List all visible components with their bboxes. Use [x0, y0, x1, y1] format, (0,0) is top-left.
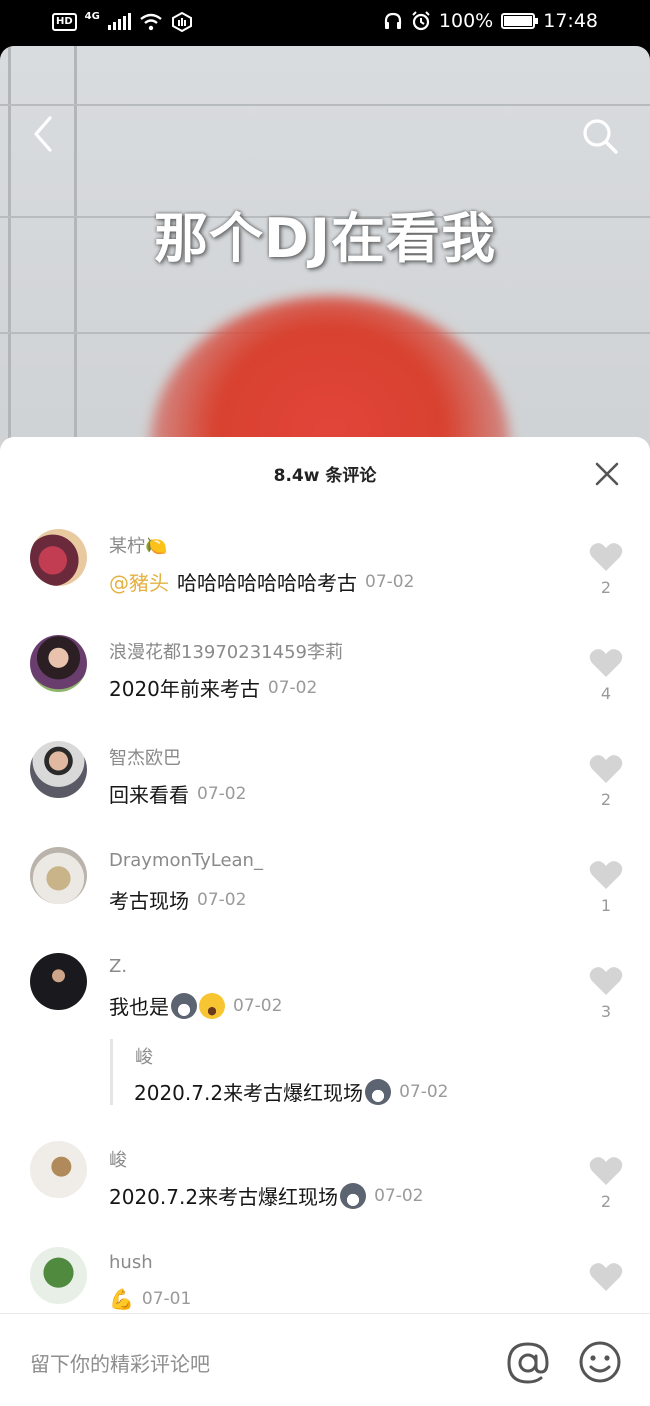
- like-count: 2: [600, 1192, 612, 1211]
- like-button[interactable]: 1: [589, 860, 623, 915]
- heart-icon: [589, 861, 623, 889]
- comment-username[interactable]: 某柠🍋: [109, 532, 167, 558]
- heart-icon: [589, 543, 623, 571]
- headphones-icon: [384, 12, 402, 29]
- status-right: 100% 17:48: [383, 10, 598, 32]
- heart-icon: [589, 1157, 623, 1185]
- comment-text: 哈哈哈哈哈哈哈考古: [177, 571, 357, 595]
- comment-text-row: 考古现场 07-02: [109, 885, 246, 914]
- comments-sheet: 8.4w 条评论 某柠🍋 @豬头 哈哈哈哈哈哈哈考古 07-02 2 浪漫花都1…: [0, 437, 650, 1406]
- like-button[interactable]: [589, 1262, 623, 1298]
- avatar[interactable]: [30, 1141, 87, 1198]
- husky-emoji-icon: [340, 1182, 367, 1209]
- comment-text-row: 💪 07-01: [109, 1287, 191, 1311]
- avatar[interactable]: [30, 741, 87, 798]
- comment-username[interactable]: DraymonTyLean_: [109, 850, 263, 871]
- close-icon[interactable]: [594, 461, 620, 487]
- reply-divider: [110, 1039, 113, 1105]
- like-button[interactable]: 4: [589, 648, 623, 703]
- status-bar: HD 4G 100% 17:48: [0, 0, 650, 46]
- back-icon[interactable]: [28, 112, 60, 156]
- battery-percent: 100%: [438, 10, 494, 32]
- comment-date: 07-02: [233, 995, 283, 1016]
- comment-username[interactable]: 浪漫花都13970231459李莉: [109, 638, 343, 664]
- hd-badge: HD: [52, 13, 77, 31]
- like-button[interactable]: 3: [589, 966, 623, 1021]
- wifi-icon: [140, 13, 162, 31]
- signal-icon: [107, 13, 131, 30]
- comment-date: 07-02: [374, 1185, 424, 1206]
- comment-date: 07-02: [197, 783, 247, 804]
- heart-icon: [589, 1263, 623, 1291]
- husky-emoji-icon: [171, 992, 197, 1019]
- comment-date: 07-02: [267, 677, 318, 698]
- like-count: 4: [600, 684, 612, 703]
- like-button[interactable]: 2: [589, 754, 623, 809]
- like-button[interactable]: 2: [589, 1156, 623, 1211]
- comment-text: 回来看看: [109, 783, 189, 807]
- rofl-emoji-icon: [199, 992, 225, 1019]
- avatar[interactable]: [30, 1247, 87, 1304]
- battery-icon: [501, 13, 539, 29]
- like-count: 1: [600, 896, 612, 915]
- video-player[interactable]: 那个DJ在看我: [0, 46, 650, 466]
- comment-date: 07-01: [141, 1289, 192, 1309]
- mention-link[interactable]: @豬头: [109, 567, 169, 596]
- comment-username[interactable]: Z.: [109, 956, 127, 977]
- comments-count-title: 8.4w 条评论: [273, 466, 377, 486]
- comment-text: 💪: [109, 1287, 134, 1311]
- comment-input-bar[interactable]: 留下你的精彩评论吧: [0, 1313, 650, 1406]
- comment-text: 考古现场: [109, 889, 189, 913]
- comment-username[interactable]: 智杰欧巴: [109, 744, 181, 770]
- heart-icon: [589, 649, 623, 677]
- heart-icon: [589, 755, 623, 783]
- emoji-icon[interactable]: [578, 1340, 622, 1384]
- reply-text: 2020.7.2来考古爆红现场: [134, 1081, 364, 1105]
- comment-username[interactable]: 峻: [109, 1146, 127, 1172]
- video-caption: 那个DJ在看我: [154, 207, 496, 270]
- like-count: 2: [600, 578, 612, 597]
- avatar[interactable]: [30, 847, 87, 904]
- comment-text-row: @豬头 哈哈哈哈哈哈哈考古 07-02: [109, 567, 414, 596]
- comment-text: 我也是: [109, 995, 169, 1019]
- reply-date: 07-02: [399, 1081, 449, 1102]
- avatar[interactable]: [30, 953, 87, 1010]
- search-icon[interactable]: [580, 116, 620, 156]
- avatar[interactable]: [30, 529, 87, 586]
- heart-icon: [589, 967, 623, 995]
- avatar[interactable]: [30, 635, 87, 692]
- comment-text-row: 我也是 07-02: [109, 991, 282, 1020]
- comment-date: 07-02: [197, 889, 247, 910]
- clock: 17:48: [543, 10, 598, 32]
- status-left: HD 4G: [52, 10, 193, 32]
- comment-date: 07-02: [365, 571, 415, 592]
- reply-text-row: 2020.7.2来考古爆红现场 07-02: [134, 1077, 448, 1106]
- comment-text-row: 2020.7.2来考古爆红现场 07-02: [109, 1181, 423, 1210]
- comment-text: 2020年前来考古: [109, 677, 260, 701]
- comment-text: 2020.7.2来考古爆红现场: [109, 1185, 339, 1209]
- comment-username[interactable]: hush: [109, 1252, 153, 1273]
- alarm-icon: [412, 11, 430, 31]
- like-count: 2: [600, 790, 612, 809]
- comment-text-row: 回来看看 07-02: [109, 779, 246, 808]
- husky-emoji-icon: [365, 1078, 392, 1105]
- network-type: 4G: [84, 10, 100, 22]
- hotspot-icon: [171, 12, 192, 32]
- at-mention-icon[interactable]: [505, 1340, 551, 1386]
- like-button[interactable]: 2: [589, 542, 623, 597]
- reply-username[interactable]: 峻: [135, 1043, 153, 1069]
- comment-text-row: 2020年前来考古 07-02: [109, 673, 317, 702]
- comment-input[interactable]: 留下你的精彩评论吧: [30, 1348, 210, 1377]
- like-count: 3: [600, 1002, 612, 1021]
